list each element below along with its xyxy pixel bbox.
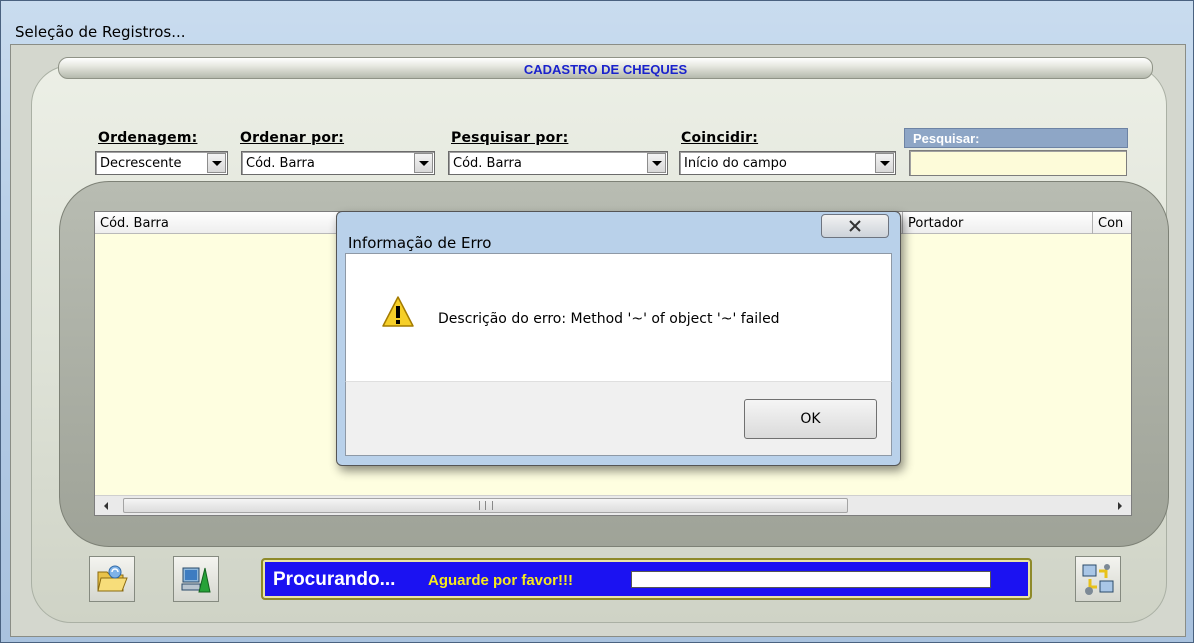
ordenar-por-select[interactable]: Cód. Barra bbox=[241, 151, 435, 175]
window-title: Seleção de Registros... bbox=[15, 23, 186, 41]
pesquisar-por-label: Pesquisar por: bbox=[451, 130, 569, 146]
ok-button[interactable]: OK bbox=[744, 399, 877, 439]
progress-bar bbox=[631, 571, 991, 588]
pesquisar-por-select[interactable]: Cód. Barra bbox=[448, 151, 668, 175]
form-header-bar: CADASTRO DE CHEQUES bbox=[58, 57, 1153, 79]
chevron-down-icon[interactable] bbox=[414, 153, 433, 173]
open-button[interactable] bbox=[89, 556, 135, 602]
ordenar-por-value: Cód. Barra bbox=[246, 156, 315, 171]
ordenagem-select[interactable]: Decrescente bbox=[95, 151, 228, 175]
form-title: CADASTRO DE CHEQUES bbox=[523, 62, 688, 77]
exchange-icon bbox=[1082, 564, 1114, 595]
search-input[interactable] bbox=[909, 150, 1127, 176]
status-main-text: Procurando... bbox=[273, 569, 396, 590]
status-bar: Procurando... Aguarde por favor!!! bbox=[261, 558, 1032, 600]
scroll-right-icon[interactable] bbox=[1118, 502, 1122, 510]
dialog-message: Descrição do erro: Method '~' of object … bbox=[438, 311, 780, 327]
title-bar[interactable]: Seleção de Registros... bbox=[1, 1, 1194, 41]
status-sub-text: Aguarde por favor!!! bbox=[428, 572, 574, 589]
pesquisar-label: Pesquisar: bbox=[913, 131, 980, 146]
main-window: Seleção de Registros... CADASTRO DE CHEQ… bbox=[0, 0, 1194, 643]
pesquisar-header: Pesquisar: bbox=[904, 128, 1128, 148]
column-header-portador[interactable]: Portador bbox=[903, 212, 1093, 234]
computer-button[interactable] bbox=[173, 556, 219, 602]
coincidir-value: Início do campo bbox=[684, 156, 787, 171]
chevron-down-icon[interactable] bbox=[647, 153, 666, 173]
coincidir-label: Coincidir: bbox=[681, 130, 759, 146]
column-header-con[interactable]: Con bbox=[1093, 212, 1131, 234]
scrollbar-thumb[interactable] bbox=[123, 498, 848, 513]
computer-icon bbox=[181, 567, 211, 593]
ordenar-por-label: Ordenar por: bbox=[240, 130, 345, 146]
error-dialog: Informação de Erro Descrição do erro: Me… bbox=[336, 211, 901, 466]
warning-icon bbox=[382, 296, 414, 327]
scroll-left-icon[interactable] bbox=[104, 502, 108, 510]
horizontal-scrollbar[interactable] bbox=[95, 495, 1131, 515]
exchange-button[interactable] bbox=[1075, 556, 1121, 602]
close-icon bbox=[849, 220, 861, 232]
ordenagem-value: Decrescente bbox=[100, 156, 182, 171]
dialog-close-button[interactable] bbox=[821, 214, 889, 238]
chevron-down-icon[interactable] bbox=[875, 153, 894, 173]
ordenagem-label: Ordenagem: bbox=[98, 130, 198, 146]
coincidir-select[interactable]: Início do campo bbox=[679, 151, 896, 175]
background-bleed bbox=[452, 223, 812, 241]
pesquisar-por-value: Cód. Barra bbox=[453, 156, 522, 171]
chevron-down-icon[interactable] bbox=[207, 153, 226, 173]
grip-icon bbox=[479, 501, 493, 510]
dialog-title: Informação de Erro bbox=[348, 234, 492, 252]
folder-open-icon bbox=[97, 565, 128, 592]
